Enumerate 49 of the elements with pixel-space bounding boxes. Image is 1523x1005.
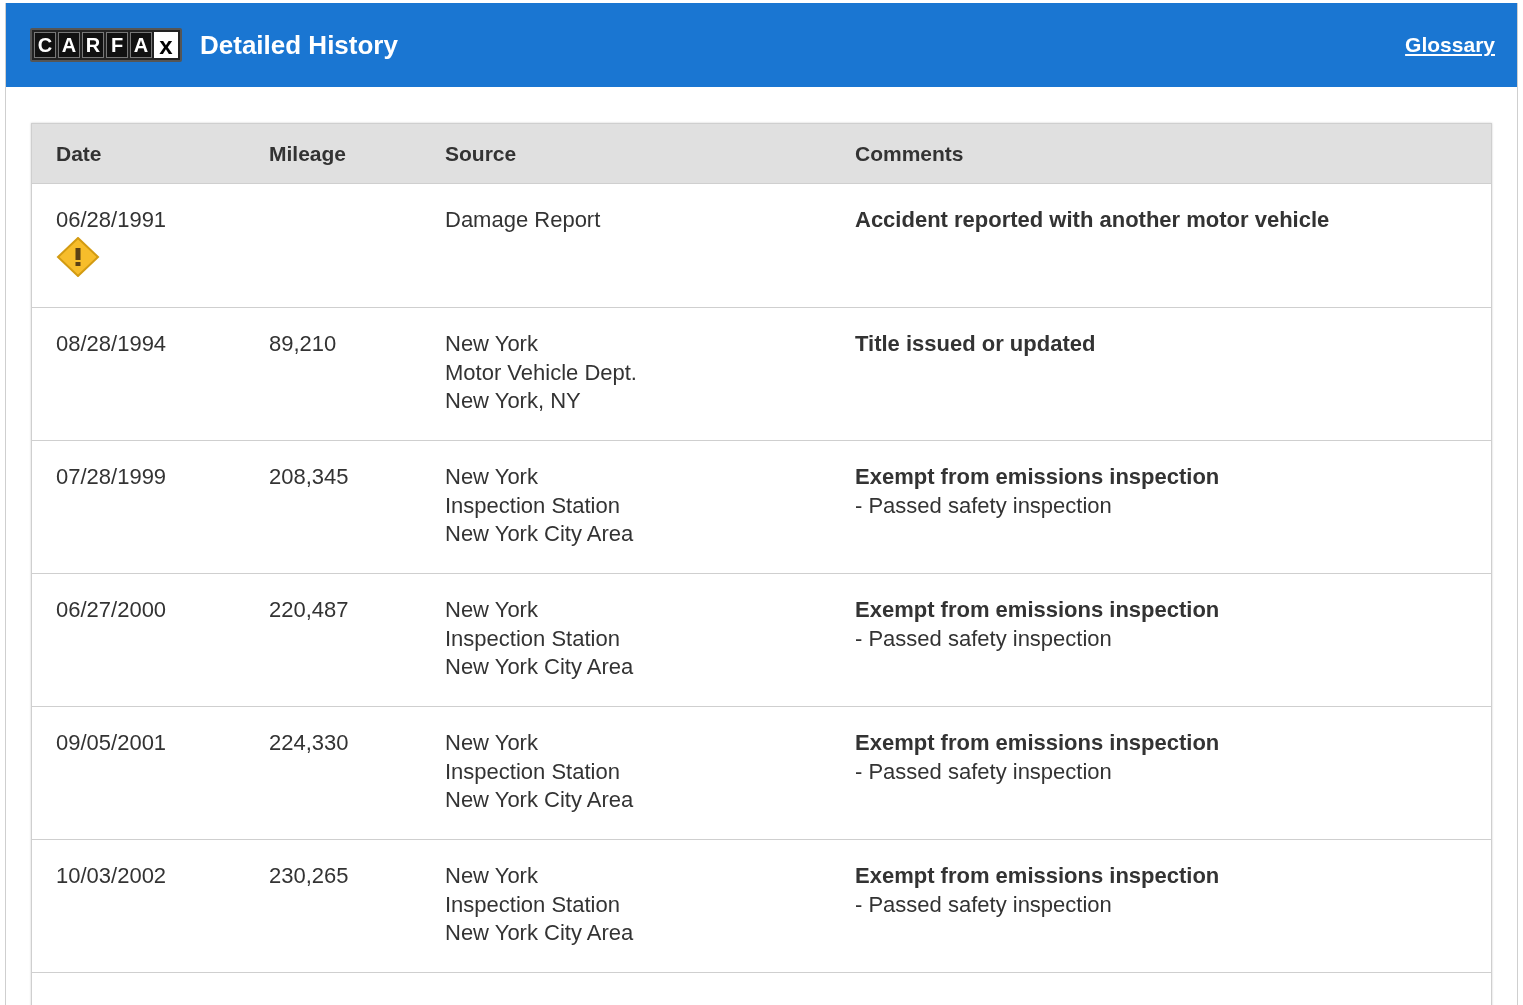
source-line: Inspection Station	[445, 890, 621, 919]
date-cell-text: 10/03/2002	[56, 862, 168, 890]
comment-detail: - Passed safety inspection	[855, 491, 1113, 520]
logo-letter: F	[106, 32, 128, 58]
source-line: Damage Report	[445, 206, 602, 234]
column-header: Source	[445, 140, 518, 167]
source-line: New York	[445, 463, 539, 491]
date-cell-text: 06/27/2000	[56, 596, 168, 624]
source-line: New York, NY	[445, 387, 582, 415]
comment-title: Accident reported with another motor vehicle	[855, 206, 1331, 234]
column-header: Mileage	[269, 140, 348, 167]
column-header: Comments	[855, 140, 965, 167]
logo-letter: R	[82, 32, 104, 58]
comment-detail: - Passed safety inspection	[855, 890, 1113, 919]
source-line: New York	[445, 729, 539, 757]
glossary-link[interactable]: Glossary	[1405, 29, 1495, 61]
page-title: Detailed History	[200, 28, 398, 62]
comment-detail: - Passed safety inspection	[855, 757, 1113, 786]
source-line: New York City Area	[445, 520, 635, 548]
source-line: New York	[445, 596, 539, 624]
mileage-cell-text: 208,345	[269, 463, 350, 491]
mileage-cell-text: 224,330	[269, 729, 350, 757]
mileage-cell-text: 220,487	[269, 596, 350, 624]
comment-title: Title issued or updated	[855, 330, 1097, 358]
date-cell-text: 08/28/1994	[56, 330, 168, 358]
source-line: New York City Area	[445, 786, 635, 814]
logo-letter: C	[34, 32, 56, 58]
comment-title: Exempt from emissions inspection	[855, 729, 1221, 757]
source-line: New York City Area	[445, 919, 635, 947]
column-header: Date	[56, 140, 103, 167]
source-line: Motor Vehicle Dept.	[445, 358, 638, 387]
logo-letter: A	[130, 32, 152, 58]
mileage-cell-text: 230,265	[269, 862, 350, 890]
comment-title: Exempt from emissions inspection	[855, 596, 1221, 624]
date-cell-text: 06/28/1991	[56, 206, 168, 234]
source-line: New York	[445, 862, 539, 890]
source-line: Inspection Station	[445, 624, 621, 653]
comment-detail: - Passed safety inspection	[855, 624, 1113, 653]
source-line: New York	[445, 330, 539, 358]
logo-letter: A	[58, 32, 80, 58]
mileage-cell-text: 89,210	[269, 330, 338, 358]
source-line: Inspection Station	[445, 757, 621, 786]
logo-letter: x	[154, 32, 178, 58]
date-cell-text: 07/28/1999	[56, 463, 168, 491]
comment-title: Exempt from emissions inspection	[855, 463, 1221, 491]
date-cell-text: 09/05/2001	[56, 729, 168, 757]
source-line: Inspection Station	[445, 491, 621, 520]
comment-title: Exempt from emissions inspection	[855, 862, 1221, 890]
source-line: New York City Area	[445, 653, 635, 681]
